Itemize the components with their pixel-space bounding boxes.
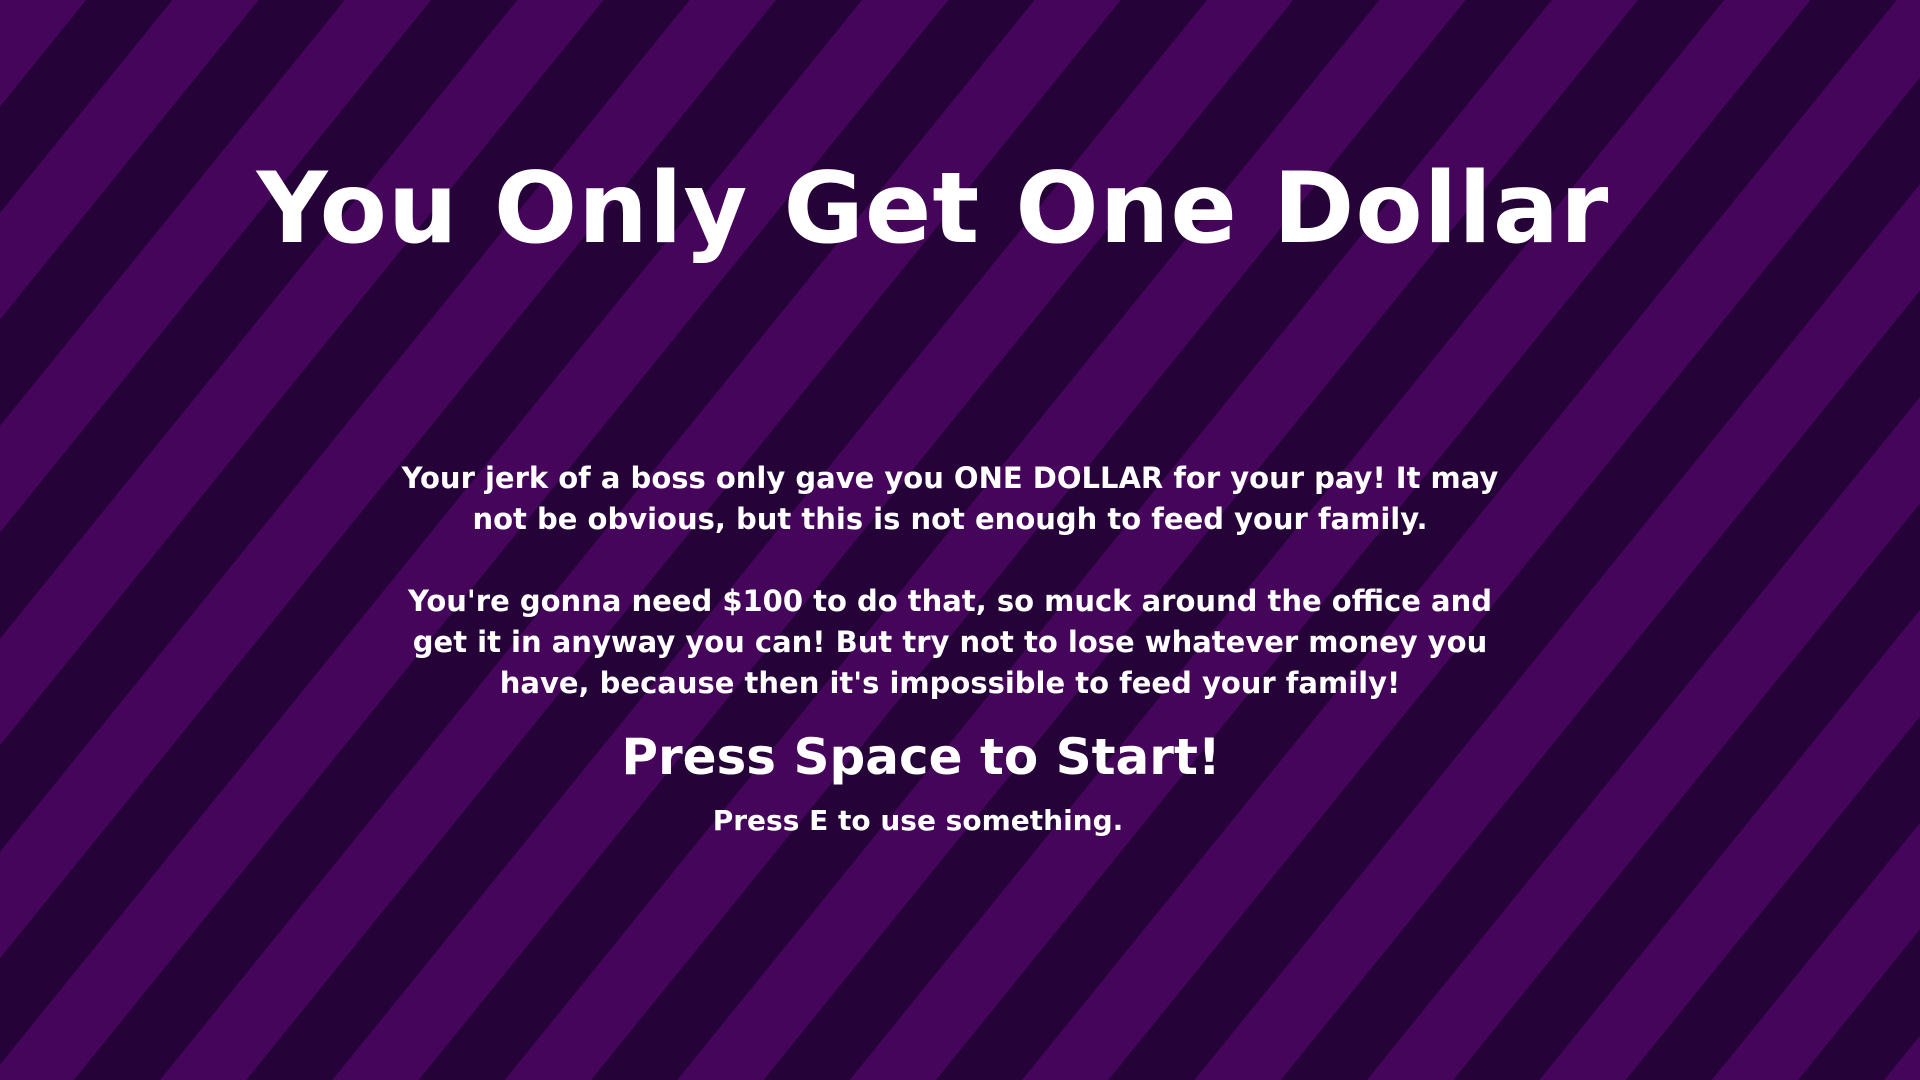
game-title: You Only Get One Dollar	[256, 152, 1610, 266]
intro-paragraph-1: Your jerk of a boss only gave you ONE DO…	[401, 461, 1499, 536]
intro-text: Your jerk of a boss only gave you ONE DO…	[400, 458, 1500, 704]
start-prompt: Press Space to Start!	[621, 728, 1221, 786]
title-screen[interactable]: You Only Get One Dollar Your jerk of a b…	[0, 0, 1920, 1080]
intro-paragraph-2: You're gonna need $100 to do that, so mu…	[408, 584, 1492, 700]
use-key-hint: Press E to use something.	[712, 804, 1124, 837]
